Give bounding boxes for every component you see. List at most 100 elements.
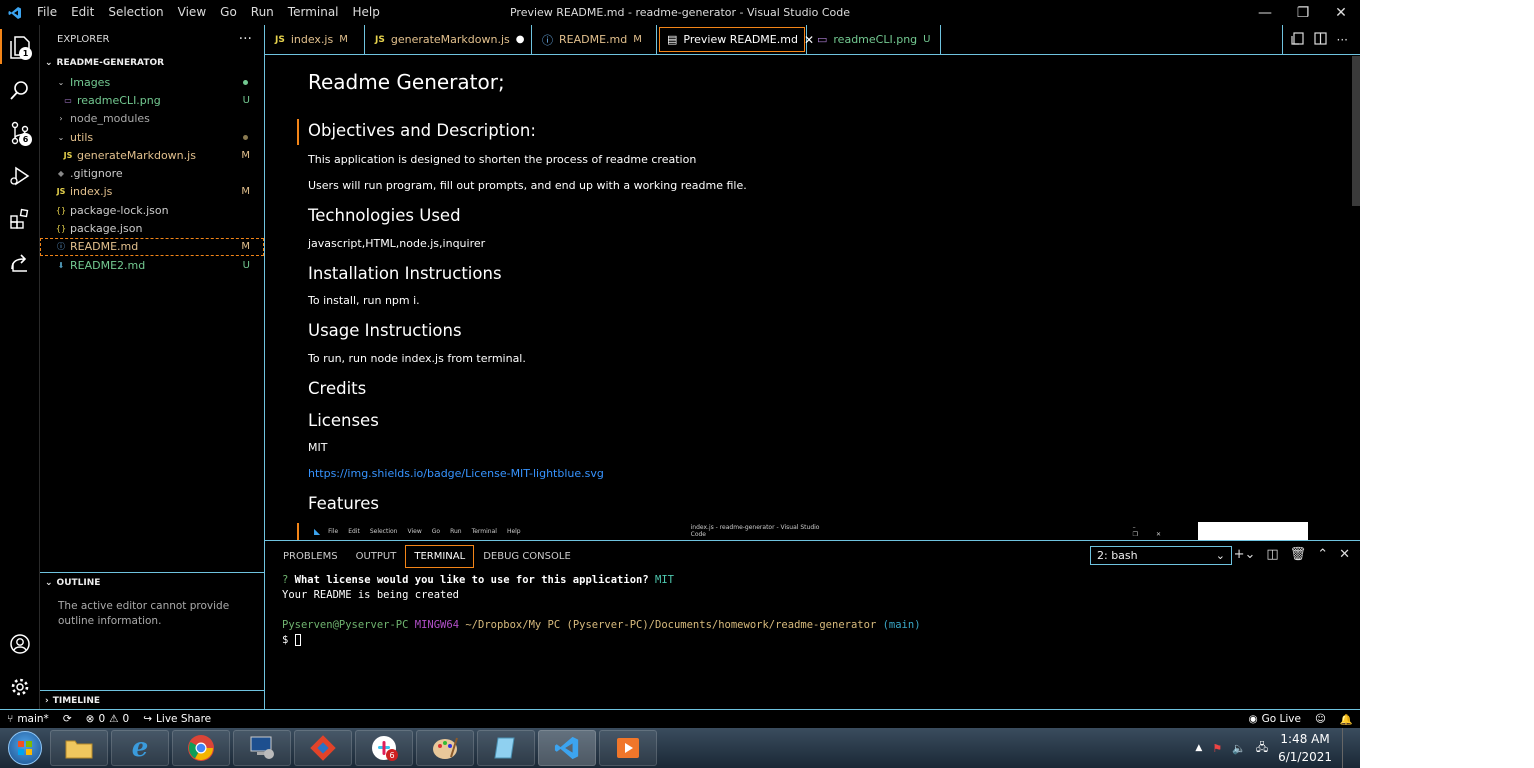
maximize-panel-icon[interactable]: ⌃	[1317, 547, 1328, 562]
tree-file-generatemarkdown[interactable]: JS generateMarkdown.js M	[40, 146, 264, 164]
taskbar-internet-explorer[interactable]: e	[111, 730, 169, 766]
menu-run[interactable]: Run	[244, 0, 281, 25]
terminal-select[interactable]: 2: bash ⌄	[1090, 546, 1232, 565]
status-go-live[interactable]: ◉ Go Live	[1241, 713, 1308, 726]
taskbar-notepad[interactable]	[477, 730, 535, 766]
live-share-activity[interactable]	[0, 240, 40, 283]
embedded-menu-item: Run	[450, 527, 462, 535]
menu-file[interactable]: File	[30, 0, 64, 25]
git-status: U	[242, 259, 250, 271]
computer-icon	[250, 736, 274, 759]
taskbar-chrome[interactable]	[172, 730, 230, 766]
new-terminal-icon[interactable]: +⌄	[1234, 547, 1256, 562]
status-branch[interactable]: ⑂ main*	[0, 713, 56, 725]
taskbar-slack[interactable]: 6	[355, 730, 413, 766]
windows-taskbar: e 6 ▲ ⚑ 🔈 🖧 1:48 AM 6/1/2021	[0, 728, 1360, 768]
taskbar-paint[interactable]	[416, 730, 474, 766]
tab-generatemarkdown-js[interactable]: JS generateMarkdown.js ●	[365, 25, 532, 54]
workspace-root[interactable]: ⌄ README-GENERATOR	[40, 53, 264, 73]
tree-file-readme[interactable]: ⓘ README.md M	[40, 237, 264, 256]
taskbar-vscode[interactable]	[538, 730, 596, 766]
volume-icon[interactable]: 🔈	[1232, 742, 1246, 755]
prompt-branch: (main)	[882, 619, 921, 631]
menu-view[interactable]: View	[171, 0, 213, 25]
tree-label: generateMarkdown.js	[77, 148, 196, 162]
run-debug-activity[interactable]	[0, 154, 40, 197]
menu-edit[interactable]: Edit	[64, 0, 101, 25]
notifications-button[interactable]: 🔔	[1333, 713, 1360, 726]
more-actions-icon[interactable]: ···	[1337, 33, 1348, 47]
tree-folder-utils[interactable]: ⌄ utils	[40, 128, 264, 146]
chrome-icon	[188, 735, 214, 761]
explorer-more-icon[interactable]: ···	[239, 31, 252, 47]
license-paragraph: MIT	[308, 441, 328, 454]
live-share-label: Live Share	[156, 713, 212, 725]
tab-index-js[interactable]: JS index.js M	[265, 25, 365, 54]
split-terminal-icon[interactable]: ◫	[1266, 547, 1278, 562]
extensions-activity[interactable]	[0, 197, 40, 240]
tab-preview-readme[interactable]: ▤ Preview README.md ✕	[657, 25, 814, 54]
taskbar-remote-desktop[interactable]	[233, 730, 291, 766]
unsaved-dot-icon[interactable]: ●	[516, 34, 525, 45]
tree-file-index[interactable]: JS index.js M	[40, 183, 264, 201]
outline-header[interactable]: ⌄ OUTLINE	[40, 573, 264, 593]
tree-folder-node-modules[interactable]: › node_modules	[40, 110, 264, 128]
tab-readme-md[interactable]: ⓘ README.md M	[532, 25, 657, 54]
sync-button[interactable]: ⟳	[56, 713, 79, 725]
search-activity[interactable]	[0, 68, 40, 111]
tab-readmecli-png[interactable]: ▭ readmeCLI.png U	[807, 25, 941, 54]
taskbar-media-player[interactable]	[599, 730, 657, 766]
menu-selection[interactable]: Selection	[101, 0, 170, 25]
split-editor-icon[interactable]	[1313, 31, 1327, 48]
show-desktop-button[interactable]	[1342, 728, 1350, 768]
go-live-label: Go Live	[1261, 713, 1301, 725]
license-badge-link[interactable]: https://img.shields.io/badge/License-MIT…	[308, 467, 604, 480]
clock-time: 1:48 AM	[1280, 732, 1330, 746]
status-problems[interactable]: ⊗ 0 ⚠ 0	[79, 713, 137, 725]
system-tray: ▲ ⚑ 🔈 🖧 1:48 AM 6/1/2021	[1195, 728, 1360, 768]
minimize-button[interactable]: —	[1246, 0, 1284, 25]
editor-scrollbar[interactable]	[1352, 56, 1360, 206]
menu-go[interactable]: Go	[213, 0, 244, 25]
tab-problems[interactable]: PROBLEMS	[275, 546, 346, 567]
tree-file-package-lock[interactable]: {} package-lock.json	[40, 201, 264, 219]
action-center-icon[interactable]: ⚑	[1212, 742, 1222, 755]
clock-date: 6/1/2021	[1278, 750, 1332, 764]
status-live-share[interactable]: ↪ Live Share	[136, 713, 218, 725]
accounts-activity[interactable]	[0, 622, 40, 665]
terminal-cursor	[294, 634, 301, 646]
tree-folder-images[interactable]: ⌄ Images	[40, 73, 264, 91]
start-button[interactable]	[0, 728, 50, 768]
tree-file-readme2[interactable]: ⬇ README2.md U	[40, 256, 264, 274]
timeline-header[interactable]: › TIMELINE	[40, 691, 264, 711]
tab-terminal[interactable]: TERMINAL	[405, 544, 475, 568]
open-source-icon[interactable]	[1290, 31, 1304, 48]
maximize-button[interactable]: ❐	[1284, 0, 1322, 25]
network-icon[interactable]: 🖧	[1256, 739, 1268, 758]
source-control-activity[interactable]: 6	[0, 111, 40, 154]
show-hidden-icons[interactable]: ▲	[1195, 743, 1202, 753]
tab-debug-console[interactable]: DEBUG CONSOLE	[475, 546, 579, 567]
taskbar-file-explorer[interactable]	[50, 730, 108, 766]
terminal-output[interactable]: ? What license would you like to use for…	[282, 574, 921, 649]
heading-usage: Usage Instructions	[308, 321, 462, 340]
taskbar-clock[interactable]: 1:48 AM 6/1/2021	[1278, 730, 1332, 766]
scm-badge: 6	[19, 133, 32, 146]
manage-activity[interactable]	[0, 665, 40, 708]
tree-file-readmecli[interactable]: ▭ readmeCLI.png U	[40, 91, 264, 109]
explorer-activity[interactable]: 1	[0, 25, 40, 68]
menu-help[interactable]: Help	[346, 0, 387, 25]
tree-label: utils	[70, 130, 94, 144]
feedback-button[interactable]: ☺	[1308, 713, 1333, 726]
explorer-sidebar: EXPLORER ··· ⌄ README-GENERATOR ⌄ Images…	[40, 25, 265, 709]
close-window-button[interactable]: ✕	[1322, 0, 1360, 25]
trash-icon[interactable]: 🗑	[1290, 547, 1307, 562]
tab-output[interactable]: OUTPUT	[348, 546, 405, 567]
tree-file-gitignore[interactable]: ◆ .gitignore	[40, 164, 264, 182]
heading-credits: Credits	[308, 379, 367, 398]
close-panel-icon[interactable]: ✕	[1339, 547, 1350, 562]
tree-file-package[interactable]: {} package.json	[40, 219, 264, 237]
gear-icon	[11, 678, 29, 695]
menu-terminal[interactable]: Terminal	[281, 0, 346, 25]
taskbar-git-gui[interactable]	[294, 730, 352, 766]
